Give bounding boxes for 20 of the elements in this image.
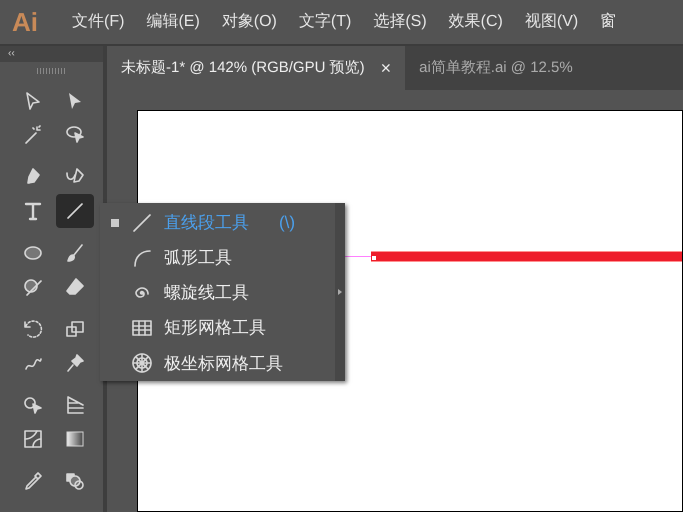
line-tool-button[interactable] <box>56 194 94 228</box>
menu-item[interactable]: 效果(C) <box>448 10 503 34</box>
menu-item[interactable]: 编辑(E) <box>146 10 200 34</box>
menu-item[interactable]: 视图(V) <box>524 10 578 34</box>
close-tab-button[interactable]: × <box>380 54 392 82</box>
menu-item[interactable]: 选择(S) <box>373 10 427 34</box>
collapse-toggle[interactable]: ‹‹ <box>8 49 15 59</box>
flyout-item[interactable]: 矩形网格工具 <box>100 310 335 346</box>
flyout-item[interactable]: 极坐标网格工具 <box>100 346 335 382</box>
selected-bullet-icon <box>111 218 119 227</box>
menu-item[interactable]: 文件(F) <box>72 10 124 34</box>
menu-item[interactable]: 窗 <box>600 10 616 34</box>
expand-arrow-icon <box>338 289 342 295</box>
flyout-item[interactable]: 弧形工具 <box>100 240 335 276</box>
document-tab[interactable]: 未标题-1* @ 142% (RGB/GPU 预览) × <box>107 46 406 90</box>
menu-item[interactable]: 文字(T) <box>298 10 352 34</box>
flyout-item[interactable]: 螺旋线工具 <box>100 275 335 311</box>
polargrid-icon <box>130 351 154 376</box>
menu-item[interactable]: 对象(O) <box>222 10 277 34</box>
app-logo: Ai <box>12 6 38 38</box>
